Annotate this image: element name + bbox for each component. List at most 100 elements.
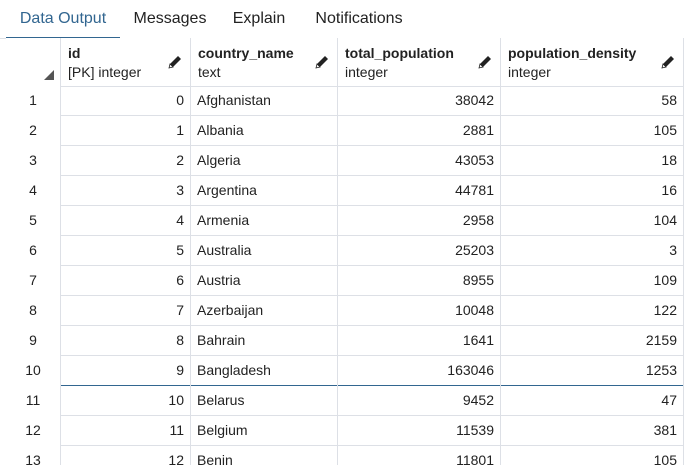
cell-country-name[interactable]: Bangladesh — [191, 356, 338, 386]
cell-id[interactable]: 9 — [61, 356, 191, 386]
cell-total-population[interactable]: 38042 — [338, 86, 501, 116]
table-row[interactable]: 11 10 Belarus 9452 47 — [6, 386, 695, 416]
cell-total-population[interactable]: 44781 — [338, 176, 501, 206]
cell-total-population[interactable]: 2881 — [338, 116, 501, 146]
table-row[interactable]: 13 12 Benin 11801 105 — [6, 446, 695, 465]
cell-country-name[interactable]: Argentina — [191, 176, 338, 206]
cell-total-population[interactable]: 8955 — [338, 266, 501, 296]
cell-total-population[interactable]: 9452 — [338, 386, 501, 416]
grid-right-gutter — [684, 38, 695, 465]
cell-country-name[interactable]: Armenia — [191, 206, 338, 236]
column-header-country-name[interactable]: country_name text — [191, 38, 338, 86]
cell-population-density[interactable]: 3 — [501, 236, 684, 266]
column-type: text — [198, 64, 221, 80]
cell-total-population[interactable]: 10048 — [338, 296, 501, 326]
table-row[interactable]: 9 8 Bahrain 1641 2159 — [6, 326, 695, 356]
cell-country-name[interactable]: Benin — [191, 446, 338, 465]
table-row[interactable]: 3 2 Algeria 43053 18 — [6, 146, 695, 176]
cell-population-density[interactable]: 104 — [501, 206, 684, 236]
select-all-corner[interactable] — [6, 38, 61, 86]
cell-population-density[interactable]: 1253 — [501, 356, 684, 386]
cell-id[interactable]: 3 — [61, 176, 191, 206]
table-row[interactable]: 2 1 Albania 2881 105 — [6, 116, 695, 146]
cell-country-name[interactable]: Belgium — [191, 416, 338, 446]
table-row[interactable]: 6 5 Australia 25203 3 — [6, 236, 695, 266]
cell-country-name[interactable]: Azerbaijan — [191, 296, 338, 326]
grid-header: id [PK] integer country_name text total_… — [6, 38, 695, 87]
cell-id[interactable]: 8 — [61, 326, 191, 356]
tab-notifications[interactable]: Notifications — [298, 0, 420, 38]
data-grid: id [PK] integer country_name text total_… — [6, 38, 695, 465]
row-number[interactable]: 11 — [6, 386, 61, 416]
cell-population-density[interactable]: 122 — [501, 296, 684, 326]
tab-data-output[interactable]: Data Output — [6, 0, 120, 39]
row-number[interactable]: 5 — [6, 206, 61, 236]
cell-country-name[interactable]: Afghanistan — [191, 86, 338, 116]
cell-id[interactable]: 4 — [61, 206, 191, 236]
cell-population-density[interactable]: 105 — [501, 116, 684, 146]
cell-id[interactable]: 5 — [61, 236, 191, 266]
tab-explain[interactable]: Explain — [220, 0, 298, 38]
cell-id[interactable]: 12 — [61, 446, 191, 465]
cell-id[interactable]: 11 — [61, 416, 191, 446]
row-number[interactable]: 6 — [6, 236, 61, 266]
column-header-population-density[interactable]: population_density integer — [501, 38, 684, 86]
cell-total-population[interactable]: 43053 — [338, 146, 501, 176]
cell-population-density[interactable]: 2159 — [501, 326, 684, 356]
column-name: total_population — [345, 45, 454, 61]
cell-total-population[interactable]: 25203 — [338, 236, 501, 266]
column-name: id — [68, 45, 81, 61]
cell-id[interactable]: 6 — [61, 266, 191, 296]
pencil-icon[interactable] — [167, 54, 183, 70]
row-number[interactable]: 8 — [6, 296, 61, 326]
cell-total-population[interactable]: 11539 — [338, 416, 501, 446]
table-row[interactable]: 10 9 Bangladesh 163046 1253 — [6, 356, 695, 386]
row-number[interactable]: 4 — [6, 176, 61, 206]
select-all-triangle-icon — [44, 70, 54, 80]
row-number[interactable]: 12 — [6, 416, 61, 446]
column-header-total-population[interactable]: total_population integer — [338, 38, 501, 86]
cell-country-name[interactable]: Belarus — [191, 386, 338, 416]
cell-population-density[interactable]: 109 — [501, 266, 684, 296]
column-header-id[interactable]: id [PK] integer — [61, 38, 191, 86]
cell-id[interactable]: 0 — [61, 86, 191, 116]
cell-country-name[interactable]: Algeria — [191, 146, 338, 176]
cell-total-population[interactable]: 163046 — [338, 356, 501, 386]
table-row[interactable]: 4 3 Argentina 44781 16 — [6, 176, 695, 206]
pencil-icon[interactable] — [477, 54, 493, 70]
row-number[interactable]: 3 — [6, 146, 61, 176]
cell-total-population[interactable]: 2958 — [338, 206, 501, 236]
cell-population-density[interactable]: 16 — [501, 176, 684, 206]
cell-population-density[interactable]: 18 — [501, 146, 684, 176]
tab-messages[interactable]: Messages — [120, 0, 220, 38]
cell-country-name[interactable]: Bahrain — [191, 326, 338, 356]
row-number[interactable]: 10 — [6, 356, 61, 386]
table-row[interactable]: 7 6 Austria 8955 109 — [6, 266, 695, 296]
table-row[interactable]: 5 4 Armenia 2958 104 — [6, 206, 695, 236]
pencil-icon[interactable] — [660, 54, 676, 70]
cell-id[interactable]: 7 — [61, 296, 191, 326]
table-row[interactable]: 12 11 Belgium 11539 381 — [6, 416, 695, 446]
row-number[interactable]: 1 — [6, 86, 61, 116]
table-row[interactable]: 1 0 Afghanistan 38042 58 — [6, 86, 695, 116]
cell-id[interactable]: 10 — [61, 386, 191, 416]
cell-id[interactable]: 2 — [61, 146, 191, 176]
cell-id[interactable]: 1 — [61, 116, 191, 146]
row-number[interactable]: 9 — [6, 326, 61, 356]
cell-population-density[interactable]: 381 — [501, 416, 684, 446]
cell-country-name[interactable]: Albania — [191, 116, 338, 146]
cell-country-name[interactable]: Australia — [191, 236, 338, 266]
cell-population-density[interactable]: 47 — [501, 386, 684, 416]
cell-country-name[interactable]: Austria — [191, 266, 338, 296]
row-number[interactable]: 13 — [6, 446, 61, 465]
column-type: integer — [508, 64, 551, 80]
row-number[interactable]: 7 — [6, 266, 61, 296]
cell-total-population[interactable]: 11801 — [338, 446, 501, 465]
pencil-icon[interactable] — [314, 54, 330, 70]
results-tab-bar: Data Output Messages Explain Notificatio… — [0, 0, 695, 39]
row-number[interactable]: 2 — [6, 116, 61, 146]
cell-population-density[interactable]: 58 — [501, 86, 684, 116]
table-row[interactable]: 8 7 Azerbaijan 10048 122 — [6, 296, 695, 326]
cell-population-density[interactable]: 105 — [501, 446, 684, 465]
cell-total-population[interactable]: 1641 — [338, 326, 501, 356]
